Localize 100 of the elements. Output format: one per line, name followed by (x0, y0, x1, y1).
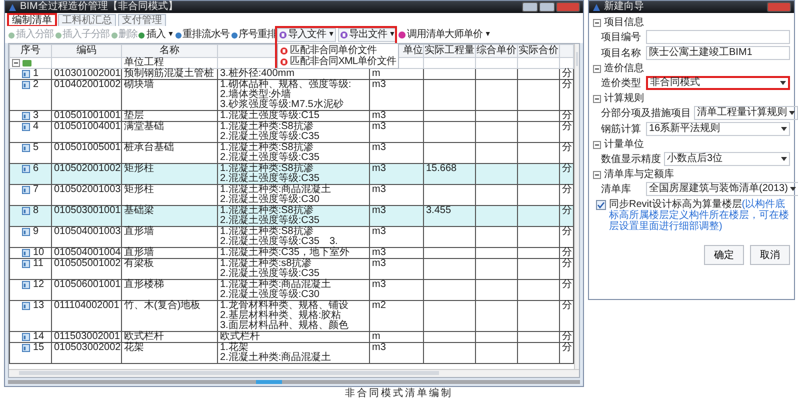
toolbar-button[interactable]: 重排流水号 (174, 29, 230, 41)
table-row[interactable]: 14 011503002001 欧式栏杆 欧式栏杆 m 分 (10, 332, 574, 342)
table-cell: m3 (370, 164, 424, 184)
table-cell: 直形墙 (122, 226, 218, 248)
collapse-icon[interactable] (593, 64, 601, 72)
table-cell: 1.混凝土种类:S8抗渗 2.混凝土强度等级:C35 (218, 122, 370, 142)
collapse-icon[interactable] (593, 94, 601, 102)
tab[interactable]: 工料机汇总 (58, 14, 116, 26)
minimize-button[interactable] (522, 2, 538, 12)
column-header[interactable]: 名称 (122, 44, 218, 58)
collapse-icon[interactable] (593, 140, 601, 148)
table-row[interactable]: 13 011104002001 竹、木(复合)地板 1.龙骨材料种类、规格、铺设 2.基层材料种类、规格:胶粘 3.面层材料品种、规格、颜色 m2 分 (10, 300, 574, 332)
table-cell: 有梁板 (122, 258, 218, 280)
table-row[interactable]: 12 010506001001 直形楼梯 1.混凝土种类:商品混凝土 2.混凝土强度等级:C30 m3 分 (10, 280, 574, 300)
table-cell: m (370, 68, 424, 80)
caret-icon (781, 127, 787, 131)
dropdown-field[interactable]: 小数点后3位 (664, 152, 790, 166)
table-cell: 1.混凝土种类:s8抗渗 2.混凝土强度等级:C35 (218, 258, 370, 280)
scrollbar[interactable] (574, 44, 579, 369)
field-label: 项目名称 (601, 48, 642, 58)
section-title: 计算规则 (604, 93, 644, 104)
bullet-icon (54, 32, 62, 38)
collapse-icon[interactable] (12, 59, 20, 67)
column-header[interactable]: 编码 (52, 44, 122, 58)
collapse-icon[interactable] (593, 170, 601, 178)
dropdown-field[interactable]: 清单工程量计算规则 (694, 106, 798, 120)
caret-icon (780, 81, 786, 85)
row-number: 2 (33, 80, 39, 90)
app-icon (592, 2, 601, 12)
tab[interactable]: 编制清单 (8, 14, 56, 26)
table-cell: 010503002002 (52, 342, 122, 364)
table-cell: 3.桩外径:400mm (218, 68, 370, 80)
table-cell: 直形墙 (122, 248, 218, 258)
section-title: 项目信息 (604, 17, 644, 28)
scrollbar[interactable] (9, 369, 579, 377)
caret-icon (789, 111, 795, 115)
item-icon (22, 112, 30, 120)
table-cell: 010501001001 (52, 110, 122, 122)
table-row[interactable]: 6 010502001002 矩形柱 1.混凝土种类:S8抗渗 2.混凝土强度等级:C35 m3 15.668 分 (10, 164, 574, 184)
row-number: 13 (33, 301, 44, 311)
table-cell: 竹、木(复合)地板 (122, 300, 218, 332)
maximize-button[interactable] (539, 2, 555, 12)
item-icon (22, 123, 30, 131)
column-header[interactable]: 序号 (10, 44, 52, 58)
toolbar-button[interactable]: 序号重排 (230, 29, 276, 41)
table-row[interactable]: 2 010402001002 砌块墙 1.砌体品种、规格、强度等级: 2.墙体类型:外墙 3.砂浆强度等级:M7.5水泥砂 m3 分 (10, 80, 574, 110)
table-cell: 1.砌体品种、规格、强度等级: 2.墙体类型:外墙 3.砂浆强度等级:M7.5水泥砂 (218, 80, 370, 110)
row-number: 4 (33, 122, 39, 132)
table-row[interactable]: 11 010505001002 有梁板 1.混凝土种类:s8抗渗 2.混凝土强度等级:C35 m3 分 (10, 258, 574, 280)
table-cell: 1.花架 2.混凝土种类:商品混凝土 (218, 342, 370, 364)
table-row[interactable]: 15 010503002002 花架 1.花架 2.混凝土种类:商品混凝土 m3 分 (10, 342, 574, 364)
table-cell: 010502001002 (52, 164, 122, 184)
table-cell: 1.混凝土强度等级:C15 (218, 110, 370, 122)
table-cell: 矩形柱 (122, 164, 218, 184)
collapse-icon[interactable] (593, 18, 601, 26)
table-row[interactable]: 9 010504001003 直形墙 1.混凝土种类:S8抗渗 2.混凝土强度等级:C35 3. m3 分 (10, 226, 574, 248)
column-header[interactable]: 综合单价 (476, 44, 518, 58)
row-number: 6 (33, 164, 39, 174)
column-header[interactable]: 实际合价 (518, 44, 560, 58)
table-row[interactable]: 1 010301002001 预制钢筋混凝土管桩 3.桩外径:400mm m 分 (10, 68, 574, 80)
row-number: 3 (33, 111, 39, 121)
table-row[interactable]: 4 010501004001 满堂基础 1.混凝土种类:S8抗渗 2.混凝土强度等级:C35 m3 分 (10, 122, 574, 142)
row-number: 15 (33, 343, 44, 353)
column-header[interactable]: 实际工程量 (424, 44, 476, 58)
caret-icon (781, 157, 787, 161)
row-number: 14 (33, 332, 44, 342)
table-row[interactable]: 3 010501001001 垫层 1.混凝土强度等级:C15 m3 分 (10, 110, 574, 122)
text-field[interactable]: 陕士公寓土建竣工BIM1 (646, 46, 790, 60)
table-cell: 1.混凝土种类:S8抗渗 2.混凝土强度等级:C35 (218, 206, 370, 226)
table-cell: 010503001001 (52, 206, 122, 226)
dialog-button[interactable]: 确定 (704, 245, 744, 265)
bullet-icon (8, 32, 15, 38)
item-icon (22, 70, 30, 78)
window-title: 新建向导 (604, 1, 644, 13)
dropdown-field[interactable]: 全国房屋建筑与装饰清单(2013) (646, 182, 798, 196)
table-cell: m3 (370, 258, 424, 280)
table-cell: m3 (370, 248, 424, 258)
table-cell: 满堂基础 (122, 122, 218, 142)
window-title: BIM全过程造价管理【非合同模式】 (20, 1, 178, 13)
price-icon (398, 31, 406, 39)
menu-item[interactable]: 匹配非合同单价文件 (278, 45, 398, 56)
menu-item[interactable]: 匹配非合同XML单价文件 (278, 56, 398, 67)
table-row[interactable]: 10 010504001004 直形墙 1.混凝土种类:C35，地下室外 m3 分 (10, 248, 574, 258)
field-label: 数值显示精度 (601, 154, 661, 164)
row-number: 5 (33, 143, 39, 153)
dropdown-field[interactable]: 16系新平法规则 (646, 122, 790, 136)
item-icon (22, 249, 30, 257)
table-cell: 010402001002 (52, 80, 122, 110)
table-cell: 1.混凝土种类:C35，地下室外 (218, 248, 370, 258)
table-cell: 010506001001 (52, 280, 122, 300)
table-row[interactable]: 8 010503001001 基础梁 1.混凝土种类:S8抗渗 2.混凝土强度等级:C35 m3 3.455 分 (10, 206, 574, 226)
text-field[interactable] (646, 30, 790, 44)
dropdown-field[interactable]: 非合同模式 (646, 76, 790, 90)
file-icon (280, 58, 288, 66)
file-icon (279, 31, 288, 39)
bullet-icon (174, 32, 182, 38)
checkbox[interactable] (596, 200, 606, 210)
tab[interactable]: 支付管理 (118, 14, 166, 26)
dialog-button[interactable]: 取消 (750, 245, 790, 265)
bullet-icon (230, 32, 238, 38)
